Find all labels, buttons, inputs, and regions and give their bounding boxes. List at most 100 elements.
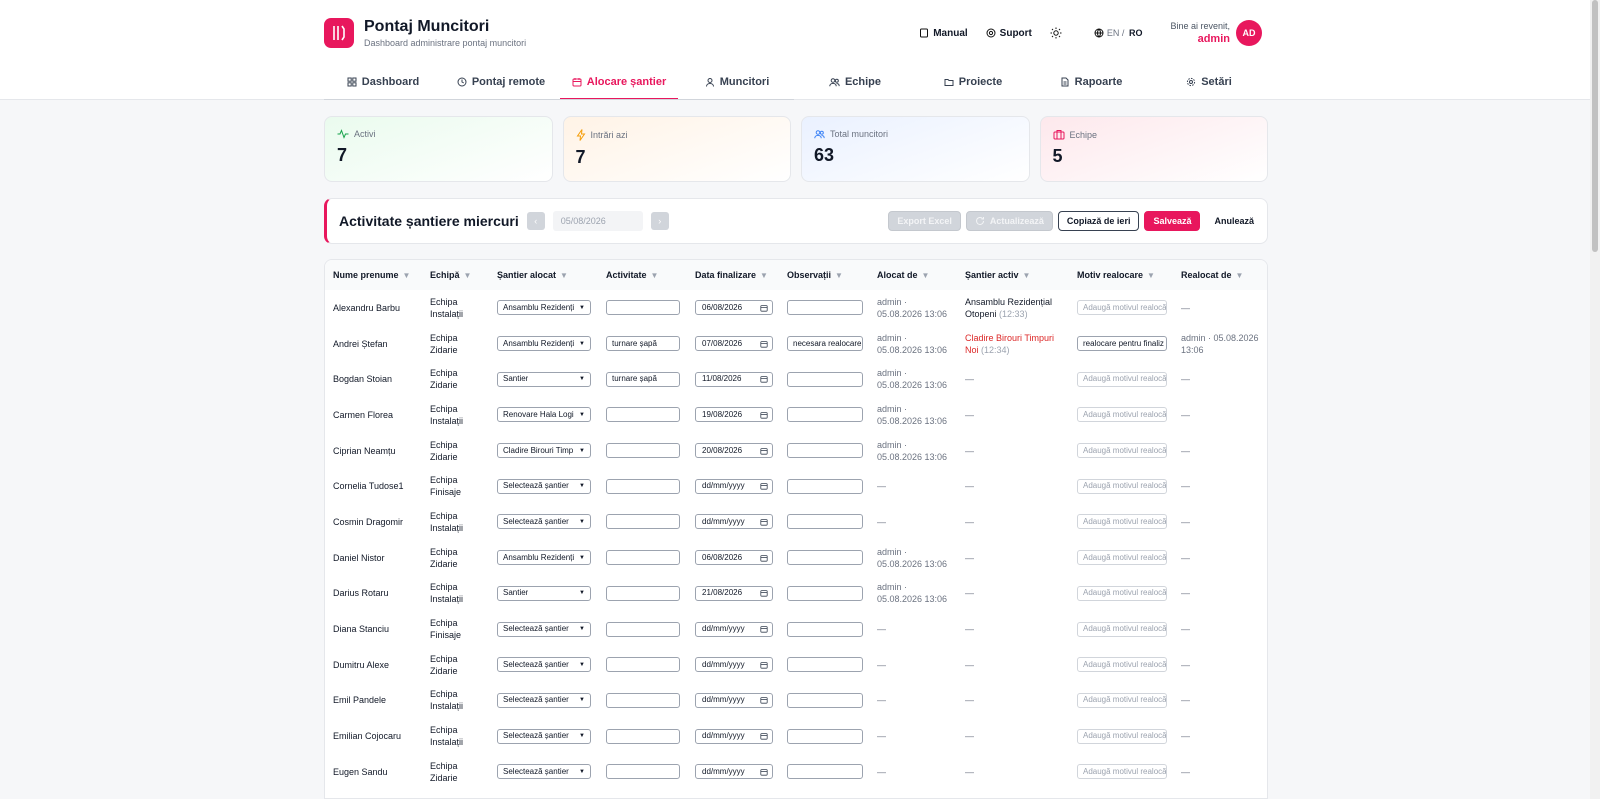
filter-icon[interactable]: ▼: [835, 271, 843, 280]
activity-input[interactable]: [606, 621, 680, 637]
activity-input[interactable]: [606, 514, 680, 530]
site-select[interactable]: Selectează șantier ▼: [497, 478, 591, 494]
tab-proiecte[interactable]: Proiecte: [914, 64, 1032, 100]
site-select[interactable]: Santier ▼: [497, 585, 591, 601]
finish-date-input[interactable]: 07/08/2026: [695, 336, 773, 352]
calendar-icon[interactable]: [760, 411, 768, 419]
filter-icon[interactable]: ▼: [403, 271, 411, 280]
realloc-reason-input[interactable]: Adaugă motivul realocă: [1077, 478, 1167, 494]
column-header[interactable]: Realocat de ▼: [1173, 260, 1267, 290]
finish-date-input[interactable]: 20/08/2026: [695, 443, 773, 459]
observations-input[interactable]: [787, 514, 863, 530]
calendar-icon[interactable]: [760, 589, 768, 597]
site-select[interactable]: Santier ▼: [497, 371, 591, 387]
column-header[interactable]: Motiv realocare ▼: [1069, 260, 1173, 290]
theme-toggle[interactable]: [1050, 27, 1066, 39]
calendar-icon[interactable]: [760, 518, 768, 526]
realloc-reason-input[interactable]: realocare pentru finaliz: [1077, 336, 1167, 352]
lang-ro[interactable]: RO: [1129, 28, 1143, 38]
calendar-icon[interactable]: [760, 482, 768, 490]
realloc-reason-input[interactable]: Adaugă motivul realocă: [1077, 764, 1167, 780]
column-header[interactable]: Observații ▼: [779, 260, 869, 290]
realloc-reason-input[interactable]: Adaugă motivul realocă: [1077, 657, 1167, 673]
calendar-icon[interactable]: [760, 447, 768, 455]
tab-pontaj-remote[interactable]: Pontaj remote: [442, 64, 560, 100]
finish-date-input[interactable]: 19/08/2026: [695, 407, 773, 423]
calendar-icon[interactable]: [760, 340, 768, 348]
scrollbar-thumb[interactable]: [1592, 0, 1598, 252]
site-select[interactable]: Ansamblu Rezidenți ▼: [497, 300, 591, 316]
realloc-reason-input[interactable]: Adaugă motivul realocă: [1077, 692, 1167, 708]
observations-input[interactable]: [787, 764, 863, 780]
filter-icon[interactable]: ▼: [651, 271, 659, 280]
filter-icon[interactable]: ▼: [560, 271, 568, 280]
site-select[interactable]: Selectează șantier ▼: [497, 621, 591, 637]
activity-input[interactable]: [606, 478, 680, 494]
calendar-icon[interactable]: [760, 304, 768, 312]
activity-input[interactable]: turnare șapă: [606, 371, 680, 387]
prev-day-button[interactable]: ‹: [526, 212, 545, 230]
filter-icon[interactable]: ▼: [922, 271, 930, 280]
calendar-icon[interactable]: [760, 696, 768, 705]
finish-date-input[interactable]: dd/mm/yyyy: [695, 514, 773, 530]
support-link[interactable]: Suport: [986, 28, 1032, 39]
finish-date-input[interactable]: dd/mm/yyyy: [695, 621, 773, 637]
realloc-reason-input[interactable]: Adaugă motivul realocă: [1077, 550, 1167, 566]
finish-date-input[interactable]: dd/mm/yyyy: [695, 692, 773, 708]
observations-input[interactable]: [787, 407, 863, 423]
next-day-button[interactable]: ›: [650, 212, 669, 230]
filter-icon[interactable]: ▼: [760, 271, 768, 280]
date-input[interactable]: 05/08/2026: [552, 211, 643, 231]
language-switch[interactable]: EN / RO: [1094, 28, 1143, 38]
filter-icon[interactable]: ▼: [1236, 271, 1244, 280]
avatar[interactable]: AD: [1236, 20, 1262, 46]
site-select[interactable]: Selectează șantier ▼: [497, 657, 591, 673]
calendar-icon[interactable]: [760, 554, 768, 562]
observations-input[interactable]: [787, 300, 863, 316]
site-select[interactable]: Selectează șantier ▼: [497, 728, 591, 744]
calendar-icon[interactable]: [760, 732, 768, 740]
realloc-reason-input[interactable]: Adaugă motivul realocă: [1077, 443, 1167, 459]
activity-input[interactable]: [606, 728, 680, 744]
calendar-icon[interactable]: [760, 661, 768, 669]
site-select[interactable]: Cladire Birouri Timp ▼: [497, 443, 591, 459]
activity-input[interactable]: [606, 692, 680, 708]
finish-date-input[interactable]: dd/mm/yyyy: [695, 764, 773, 780]
tab-rapoarte[interactable]: Rapoarte: [1032, 64, 1150, 100]
activity-input[interactable]: [606, 300, 680, 316]
observations-input[interactable]: [787, 585, 863, 601]
observations-input[interactable]: [787, 443, 863, 459]
finish-date-input[interactable]: dd/mm/yyyy: [695, 657, 773, 673]
activity-input[interactable]: [606, 407, 680, 423]
realloc-reason-input[interactable]: Adaugă motivul realocă: [1077, 407, 1167, 423]
export-excel-button[interactable]: Export Excel: [888, 211, 961, 231]
lang-en[interactable]: EN: [1107, 28, 1120, 38]
observations-input[interactable]: [787, 550, 863, 566]
finish-date-input[interactable]: 06/08/2026: [695, 550, 773, 566]
realloc-reason-input[interactable]: Adaugă motivul realocă: [1077, 300, 1167, 316]
activity-input[interactable]: turnare șapă: [606, 336, 680, 352]
finish-date-input[interactable]: 11/08/2026: [695, 371, 773, 387]
tab-dashboard[interactable]: Dashboard: [324, 64, 442, 100]
filter-icon[interactable]: ▼: [1023, 271, 1031, 280]
realloc-reason-input[interactable]: Adaugă motivul realocă: [1077, 371, 1167, 387]
finish-date-input[interactable]: dd/mm/yyyy: [695, 728, 773, 744]
tab-setări[interactable]: Setări: [1150, 64, 1268, 100]
calendar-icon[interactable]: [760, 375, 768, 383]
tab-echipe[interactable]: Echipe: [796, 64, 914, 100]
site-select[interactable]: Selectează șantier ▼: [497, 514, 591, 530]
observations-input[interactable]: necesara realocare: [787, 336, 863, 352]
activity-input[interactable]: [606, 657, 680, 673]
site-select[interactable]: Renovare Hala Logi ▼: [497, 407, 591, 423]
realloc-reason-input[interactable]: Adaugă motivul realocă: [1077, 621, 1167, 637]
column-header[interactable]: Alocat de ▼: [869, 260, 957, 290]
observations-input[interactable]: [787, 657, 863, 673]
observations-input[interactable]: [787, 478, 863, 494]
page-scrollbar[interactable]: [1590, 0, 1600, 799]
site-select[interactable]: Ansamblu Rezidenți ▼: [497, 550, 591, 566]
calendar-icon[interactable]: [760, 625, 768, 633]
observations-input[interactable]: [787, 621, 863, 637]
column-header[interactable]: Șantier alocat ▼: [489, 260, 598, 290]
observations-input[interactable]: [787, 692, 863, 708]
activity-input[interactable]: [606, 550, 680, 566]
